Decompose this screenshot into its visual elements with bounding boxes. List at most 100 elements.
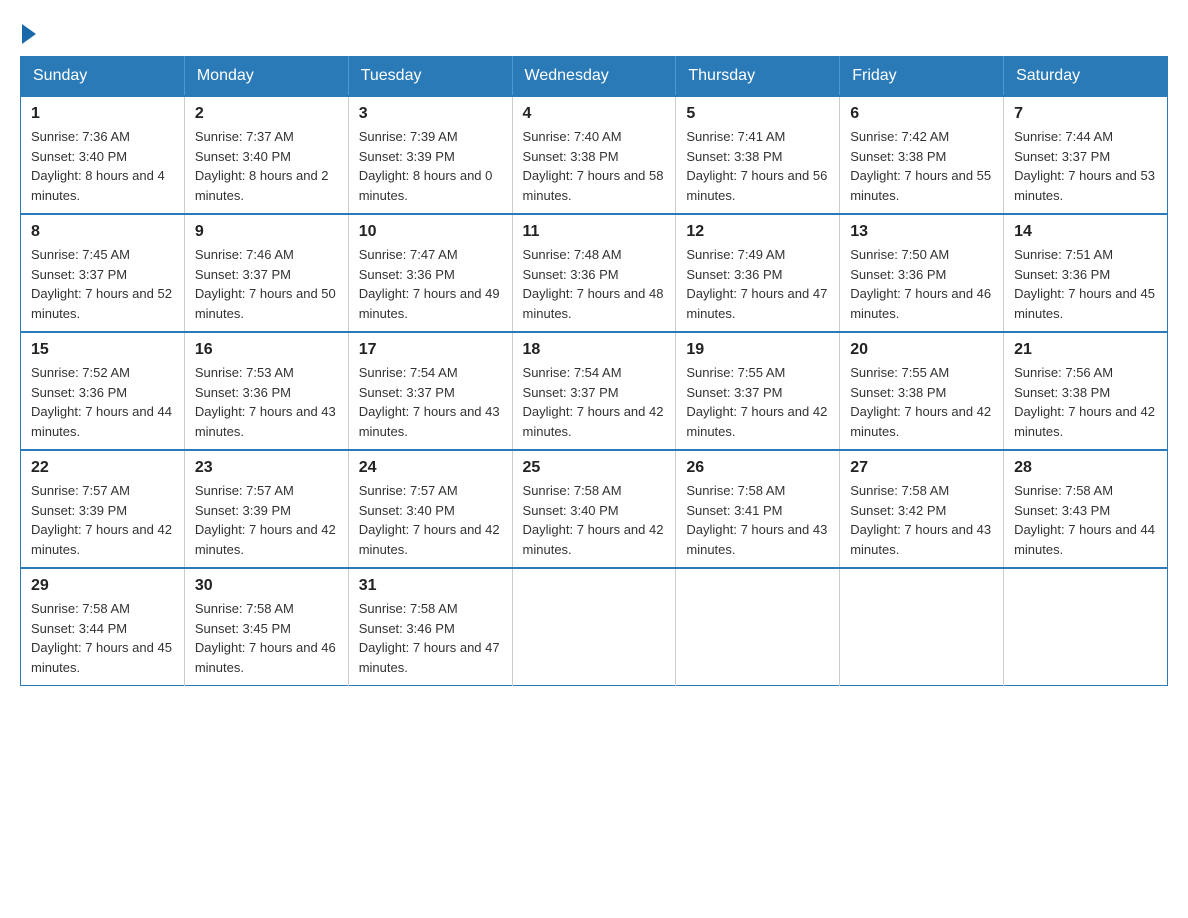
day-info: Sunrise: 7:54 AM Sunset: 3:37 PM Dayligh… (359, 363, 502, 441)
header-sunday: Sunday (21, 57, 185, 97)
calendar-cell: 4 Sunrise: 7:40 AM Sunset: 3:38 PM Dayli… (512, 96, 676, 214)
calendar-cell: 29 Sunrise: 7:58 AM Sunset: 3:44 PM Dayl… (21, 568, 185, 686)
day-number: 13 (850, 223, 993, 241)
calendar-cell: 10 Sunrise: 7:47 AM Sunset: 3:36 PM Dayl… (348, 214, 512, 332)
calendar-cell: 18 Sunrise: 7:54 AM Sunset: 3:37 PM Dayl… (512, 332, 676, 450)
day-info: Sunrise: 7:57 AM Sunset: 3:39 PM Dayligh… (31, 481, 174, 559)
calendar-cell: 31 Sunrise: 7:58 AM Sunset: 3:46 PM Dayl… (348, 568, 512, 686)
calendar-cell: 14 Sunrise: 7:51 AM Sunset: 3:36 PM Dayl… (1004, 214, 1168, 332)
day-info: Sunrise: 7:58 AM Sunset: 3:44 PM Dayligh… (31, 599, 174, 677)
day-info: Sunrise: 7:47 AM Sunset: 3:36 PM Dayligh… (359, 245, 502, 323)
day-info: Sunrise: 7:37 AM Sunset: 3:40 PM Dayligh… (195, 127, 338, 205)
day-number: 17 (359, 341, 502, 359)
calendar-cell: 25 Sunrise: 7:58 AM Sunset: 3:40 PM Dayl… (512, 450, 676, 568)
day-number: 28 (1014, 459, 1157, 477)
day-number: 4 (523, 105, 666, 123)
day-info: Sunrise: 7:46 AM Sunset: 3:37 PM Dayligh… (195, 245, 338, 323)
day-number: 12 (686, 223, 829, 241)
header-saturday: Saturday (1004, 57, 1168, 97)
logo (20, 20, 36, 40)
day-info: Sunrise: 7:58 AM Sunset: 3:43 PM Dayligh… (1014, 481, 1157, 559)
day-number: 15 (31, 341, 174, 359)
day-number: 7 (1014, 105, 1157, 123)
calendar-cell: 28 Sunrise: 7:58 AM Sunset: 3:43 PM Dayl… (1004, 450, 1168, 568)
day-info: Sunrise: 7:58 AM Sunset: 3:46 PM Dayligh… (359, 599, 502, 677)
calendar-cell: 3 Sunrise: 7:39 AM Sunset: 3:39 PM Dayli… (348, 96, 512, 214)
day-info: Sunrise: 7:39 AM Sunset: 3:39 PM Dayligh… (359, 127, 502, 205)
day-info: Sunrise: 7:55 AM Sunset: 3:37 PM Dayligh… (686, 363, 829, 441)
calendar-cell (840, 568, 1004, 686)
day-number: 20 (850, 341, 993, 359)
calendar-cell: 2 Sunrise: 7:37 AM Sunset: 3:40 PM Dayli… (184, 96, 348, 214)
day-info: Sunrise: 7:58 AM Sunset: 3:41 PM Dayligh… (686, 481, 829, 559)
day-number: 19 (686, 341, 829, 359)
day-info: Sunrise: 7:41 AM Sunset: 3:38 PM Dayligh… (686, 127, 829, 205)
day-info: Sunrise: 7:58 AM Sunset: 3:40 PM Dayligh… (523, 481, 666, 559)
calendar-cell: 7 Sunrise: 7:44 AM Sunset: 3:37 PM Dayli… (1004, 96, 1168, 214)
calendar-cell: 6 Sunrise: 7:42 AM Sunset: 3:38 PM Dayli… (840, 96, 1004, 214)
logo-arrow-icon (22, 24, 36, 44)
header-tuesday: Tuesday (348, 57, 512, 97)
day-number: 1 (31, 105, 174, 123)
calendar-cell: 11 Sunrise: 7:48 AM Sunset: 3:36 PM Dayl… (512, 214, 676, 332)
day-number: 24 (359, 459, 502, 477)
day-number: 11 (523, 223, 666, 241)
calendar-cell: 20 Sunrise: 7:55 AM Sunset: 3:38 PM Dayl… (840, 332, 1004, 450)
calendar-cell: 1 Sunrise: 7:36 AM Sunset: 3:40 PM Dayli… (21, 96, 185, 214)
calendar-cell: 8 Sunrise: 7:45 AM Sunset: 3:37 PM Dayli… (21, 214, 185, 332)
day-info: Sunrise: 7:52 AM Sunset: 3:36 PM Dayligh… (31, 363, 174, 441)
calendar-cell (512, 568, 676, 686)
day-number: 10 (359, 223, 502, 241)
calendar-cell: 26 Sunrise: 7:58 AM Sunset: 3:41 PM Dayl… (676, 450, 840, 568)
day-info: Sunrise: 7:49 AM Sunset: 3:36 PM Dayligh… (686, 245, 829, 323)
day-number: 18 (523, 341, 666, 359)
day-info: Sunrise: 7:40 AM Sunset: 3:38 PM Dayligh… (523, 127, 666, 205)
header-monday: Monday (184, 57, 348, 97)
calendar-cell: 9 Sunrise: 7:46 AM Sunset: 3:37 PM Dayli… (184, 214, 348, 332)
day-info: Sunrise: 7:57 AM Sunset: 3:39 PM Dayligh… (195, 481, 338, 559)
day-number: 3 (359, 105, 502, 123)
day-info: Sunrise: 7:58 AM Sunset: 3:45 PM Dayligh… (195, 599, 338, 677)
calendar-cell: 17 Sunrise: 7:54 AM Sunset: 3:37 PM Dayl… (348, 332, 512, 450)
day-info: Sunrise: 7:51 AM Sunset: 3:36 PM Dayligh… (1014, 245, 1157, 323)
calendar-cell (1004, 568, 1168, 686)
day-number: 2 (195, 105, 338, 123)
header-thursday: Thursday (676, 57, 840, 97)
calendar-table: SundayMondayTuesdayWednesdayThursdayFrid… (20, 56, 1168, 686)
calendar-cell (676, 568, 840, 686)
week-row-3: 15 Sunrise: 7:52 AM Sunset: 3:36 PM Dayl… (21, 332, 1168, 450)
day-info: Sunrise: 7:50 AM Sunset: 3:36 PM Dayligh… (850, 245, 993, 323)
day-number: 29 (31, 577, 174, 595)
day-info: Sunrise: 7:56 AM Sunset: 3:38 PM Dayligh… (1014, 363, 1157, 441)
day-number: 14 (1014, 223, 1157, 241)
day-number: 25 (523, 459, 666, 477)
day-info: Sunrise: 7:36 AM Sunset: 3:40 PM Dayligh… (31, 127, 174, 205)
day-info: Sunrise: 7:44 AM Sunset: 3:37 PM Dayligh… (1014, 127, 1157, 205)
day-number: 8 (31, 223, 174, 241)
week-row-1: 1 Sunrise: 7:36 AM Sunset: 3:40 PM Dayli… (21, 96, 1168, 214)
day-number: 23 (195, 459, 338, 477)
calendar-cell: 23 Sunrise: 7:57 AM Sunset: 3:39 PM Dayl… (184, 450, 348, 568)
calendar-cell: 24 Sunrise: 7:57 AM Sunset: 3:40 PM Dayl… (348, 450, 512, 568)
calendar-cell: 30 Sunrise: 7:58 AM Sunset: 3:45 PM Dayl… (184, 568, 348, 686)
calendar-cell: 27 Sunrise: 7:58 AM Sunset: 3:42 PM Dayl… (840, 450, 1004, 568)
week-row-5: 29 Sunrise: 7:58 AM Sunset: 3:44 PM Dayl… (21, 568, 1168, 686)
day-number: 26 (686, 459, 829, 477)
calendar-cell: 13 Sunrise: 7:50 AM Sunset: 3:36 PM Dayl… (840, 214, 1004, 332)
calendar-cell: 16 Sunrise: 7:53 AM Sunset: 3:36 PM Dayl… (184, 332, 348, 450)
day-number: 5 (686, 105, 829, 123)
day-number: 27 (850, 459, 993, 477)
day-info: Sunrise: 7:57 AM Sunset: 3:40 PM Dayligh… (359, 481, 502, 559)
calendar-cell: 21 Sunrise: 7:56 AM Sunset: 3:38 PM Dayl… (1004, 332, 1168, 450)
day-info: Sunrise: 7:55 AM Sunset: 3:38 PM Dayligh… (850, 363, 993, 441)
day-info: Sunrise: 7:54 AM Sunset: 3:37 PM Dayligh… (523, 363, 666, 441)
calendar-cell: 12 Sunrise: 7:49 AM Sunset: 3:36 PM Dayl… (676, 214, 840, 332)
header-friday: Friday (840, 57, 1004, 97)
day-number: 6 (850, 105, 993, 123)
day-number: 31 (359, 577, 502, 595)
day-info: Sunrise: 7:42 AM Sunset: 3:38 PM Dayligh… (850, 127, 993, 205)
day-info: Sunrise: 7:48 AM Sunset: 3:36 PM Dayligh… (523, 245, 666, 323)
day-number: 21 (1014, 341, 1157, 359)
calendar-cell: 19 Sunrise: 7:55 AM Sunset: 3:37 PM Dayl… (676, 332, 840, 450)
day-number: 30 (195, 577, 338, 595)
